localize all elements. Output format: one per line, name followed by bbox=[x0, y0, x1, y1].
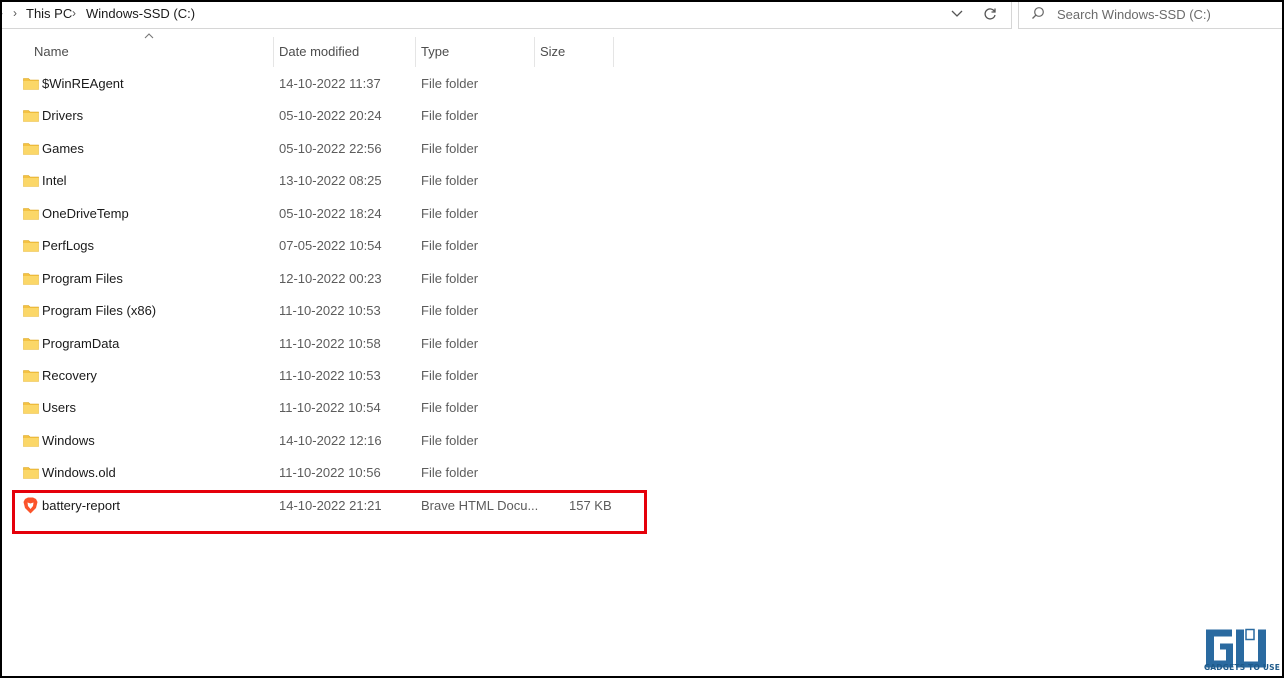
file-type: File folder bbox=[421, 432, 479, 448]
breadcrumb-this-pc[interactable]: This PC bbox=[26, 6, 72, 21]
file-type: File folder bbox=[421, 465, 479, 481]
address-history-dropdown-icon[interactable] bbox=[944, 3, 970, 25]
file-row[interactable]: Games 05-10-2022 22:56 File folder bbox=[2, 133, 642, 165]
column-header-name[interactable]: Name bbox=[34, 37, 69, 67]
file-type: File folder bbox=[421, 400, 479, 416]
file-type: File folder bbox=[421, 108, 479, 124]
file-name: Games bbox=[42, 140, 84, 156]
folder-icon bbox=[23, 402, 39, 415]
file-date-modified: 11-10-2022 10:53 bbox=[279, 367, 381, 383]
folder-icon bbox=[23, 110, 39, 123]
file-row[interactable]: Drivers 05-10-2022 20:24 File folder bbox=[2, 100, 642, 132]
folder-icon bbox=[23, 435, 39, 447]
folder-icon bbox=[23, 272, 39, 285]
file-type: File folder bbox=[421, 238, 479, 254]
file-name: Users bbox=[42, 400, 76, 416]
search-input[interactable] bbox=[1057, 5, 1267, 23]
column-header-type[interactable]: Type bbox=[421, 37, 449, 67]
file-type: File folder bbox=[421, 76, 479, 91]
file-row[interactable]: Program Files (x86) 11-10-2022 10:53 Fil… bbox=[2, 295, 642, 327]
file-name: Intel bbox=[42, 173, 67, 189]
address-bar[interactable]: › › This PC › Windows-SSD (C:) bbox=[2, 2, 1012, 29]
file-name: Program Files bbox=[42, 270, 123, 286]
folder-icon bbox=[23, 305, 39, 317]
column-header-size[interactable]: Size bbox=[540, 37, 565, 67]
folder-icon bbox=[23, 467, 39, 480]
file-date-modified: 11-10-2022 10:56 bbox=[279, 465, 381, 481]
file-name: Windows.old bbox=[42, 465, 116, 481]
file-name: Recovery bbox=[42, 367, 97, 383]
column-divider[interactable] bbox=[534, 37, 535, 67]
file-type: File folder bbox=[421, 270, 479, 286]
watermark-text: GADGETS TO USE bbox=[1203, 663, 1281, 672]
chevron-right-icon[interactable]: › bbox=[13, 6, 17, 20]
file-date-modified: 05-10-2022 22:56 bbox=[279, 140, 382, 156]
file-list: $WinREAgent 14-10-2022 11:37 File folder… bbox=[2, 68, 642, 522]
file-date-modified: 13-10-2022 08:25 bbox=[279, 173, 382, 189]
folder-icon bbox=[23, 337, 39, 350]
file-row[interactable]: Intel 13-10-2022 08:25 File folder bbox=[2, 165, 642, 197]
file-date-modified: 11-10-2022 10:54 bbox=[279, 400, 381, 416]
file-explorer-window: › › This PC › Windows-SSD (C:) Name Date… bbox=[0, 0, 1284, 678]
search-box[interactable] bbox=[1018, 2, 1282, 29]
column-divider[interactable] bbox=[613, 37, 614, 67]
folder-icon bbox=[23, 143, 39, 155]
file-name: PerfLogs bbox=[42, 238, 95, 254]
folder-icon bbox=[23, 207, 39, 220]
folder-icon bbox=[23, 175, 39, 188]
file-type: File folder bbox=[421, 205, 479, 221]
file-row[interactable]: PerfLogs 07-05-2022 10:54 File folder bbox=[2, 230, 642, 262]
breadcrumb-separator-icon: › bbox=[2, 6, 3, 20]
file-name: ProgramData bbox=[42, 335, 120, 351]
file-date-modified: 14-10-2022 12:16 bbox=[279, 432, 382, 448]
file-name: Program Files (x86) bbox=[42, 303, 157, 319]
file-date-modified: 12-10-2022 00:23 bbox=[279, 270, 382, 286]
breadcrumb-current-drive[interactable]: Windows-SSD (C:) bbox=[86, 6, 195, 21]
file-date-modified: 11-10-2022 10:53 bbox=[279, 303, 381, 319]
file-type: File folder bbox=[421, 173, 479, 189]
file-row[interactable]: Users 11-10-2022 10:54 File folder bbox=[2, 392, 642, 424]
folder-icon bbox=[23, 240, 39, 252]
column-header-date-modified[interactable]: Date modified bbox=[279, 37, 359, 67]
file-name: OneDriveTemp bbox=[42, 205, 129, 221]
column-header-row: Name Date modified Type Size bbox=[2, 33, 622, 67]
column-divider[interactable] bbox=[415, 37, 416, 67]
file-date-modified: 14-10-2022 11:37 bbox=[279, 76, 381, 91]
search-icon bbox=[1031, 6, 1045, 25]
file-type: File folder bbox=[421, 335, 479, 351]
file-date-modified: 07-05-2022 10:54 bbox=[279, 238, 382, 254]
highlight-annotation-box bbox=[12, 490, 647, 534]
folder-icon bbox=[23, 78, 39, 90]
sort-ascending-icon bbox=[144, 30, 154, 42]
folder-icon bbox=[23, 370, 39, 382]
file-date-modified: 05-10-2022 20:24 bbox=[279, 108, 382, 124]
file-row[interactable]: Recovery 11-10-2022 10:53 File folder bbox=[2, 360, 642, 392]
file-name: Drivers bbox=[42, 108, 84, 124]
column-divider[interactable] bbox=[273, 37, 274, 67]
file-type: File folder bbox=[421, 367, 479, 383]
refresh-icon[interactable] bbox=[977, 3, 1003, 25]
file-row[interactable]: $WinREAgent 14-10-2022 11:37 File folder bbox=[2, 68, 642, 100]
file-row[interactable]: ProgramData 11-10-2022 10:58 File folder bbox=[2, 328, 642, 360]
file-row[interactable]: Windows 14-10-2022 12:16 File folder bbox=[2, 425, 642, 457]
file-name: Windows bbox=[42, 432, 95, 448]
file-type: File folder bbox=[421, 303, 479, 319]
chevron-right-icon[interactable]: › bbox=[72, 6, 76, 20]
file-date-modified: 05-10-2022 18:24 bbox=[279, 205, 382, 221]
file-row[interactable]: OneDriveTemp 05-10-2022 18:24 File folde… bbox=[2, 198, 642, 230]
file-name: $WinREAgent bbox=[42, 76, 124, 91]
file-date-modified: 11-10-2022 10:58 bbox=[279, 335, 381, 351]
file-type: File folder bbox=[421, 140, 479, 156]
file-row[interactable]: Windows.old 11-10-2022 10:56 File folder bbox=[2, 457, 642, 489]
file-row[interactable]: Program Files 12-10-2022 00:23 File fold… bbox=[2, 263, 642, 295]
